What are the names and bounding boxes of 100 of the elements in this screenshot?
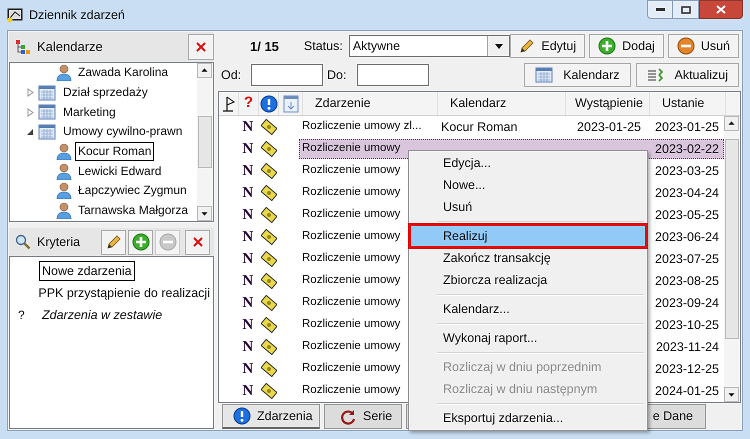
table-cell: Kocur Roman <box>441 120 518 134</box>
tool-button[interactable] <box>101 230 126 254</box>
item-marker: ? <box>18 308 25 322</box>
status-mark: N <box>242 118 254 137</box>
status-mark: N <box>242 360 254 379</box>
minus-icon <box>158 233 176 251</box>
minimize-button[interactable] <box>647 0 673 19</box>
tool-button[interactable] <box>128 230 153 254</box>
tree-item[interactable]: Umowy cywilno-prawn <box>60 122 186 142</box>
column-header[interactable]: Zdarzenie <box>303 92 438 115</box>
menu-item[interactable]: Nowe... <box>410 174 646 196</box>
person-icon <box>56 64 72 82</box>
person-icon <box>56 202 72 220</box>
column-header[interactable]: Ustanie <box>650 92 726 115</box>
column-header[interactable]: ? <box>239 92 259 115</box>
status-mark: N <box>242 228 254 247</box>
table-cell-text: 2023-01-25 <box>655 118 719 136</box>
scroll-down-icon[interactable] <box>197 206 212 221</box>
scroll-up-icon[interactable] <box>197 63 212 78</box>
tree-item[interactable]: Tarnawska Małgorza <box>75 201 192 220</box>
from-label: Od: <box>221 67 242 84</box>
tree-item[interactable]: Łapczywiec Zygmun <box>75 181 190 200</box>
close-icon <box>192 237 202 247</box>
plus-icon <box>598 37 616 56</box>
close-icon <box>196 42 206 52</box>
toolbar-button[interactable]: Dodaj <box>589 34 664 58</box>
flag-icon <box>220 94 236 112</box>
scroll-up-icon[interactable] <box>724 116 739 131</box>
info-icon <box>233 407 251 425</box>
money-icon <box>261 383 278 399</box>
person-icon <box>56 182 72 200</box>
pencil-icon <box>519 38 536 54</box>
table-cell: Rozliczenie umowy zl... <box>302 120 422 132</box>
table-cell-text: 2023-02-22 <box>655 140 719 158</box>
person-icon <box>56 162 72 180</box>
collapse-icon[interactable] <box>26 127 34 136</box>
scrollbar[interactable] <box>724 116 740 402</box>
menu-item[interactable]: Wykonaj raport... <box>410 327 646 349</box>
column-header[interactable]: Wystąpienie <box>566 92 650 115</box>
minus-icon <box>676 37 695 56</box>
pencil-icon <box>106 234 122 250</box>
toolbar-button[interactable]: Edytuj <box>510 34 586 58</box>
status-mark: N <box>242 316 254 335</box>
tab[interactable]: Zdarzenia <box>222 404 320 429</box>
tree-item[interactable]: Zawada Karolina <box>75 63 172 82</box>
expand-icon[interactable] <box>26 108 34 117</box>
scrollbar[interactable] <box>197 63 213 221</box>
status-mark: N <box>242 294 254 313</box>
tab[interactable]: Serie <box>324 404 402 429</box>
toolbar-button[interactable]: Kalendarz <box>524 63 630 88</box>
status-mark: N <box>242 162 254 181</box>
info-icon <box>260 94 278 112</box>
table-cell-text: 2023-10-25 <box>655 316 719 334</box>
criteria-item[interactable]: Zdarzenia w zestawie <box>39 305 166 325</box>
column-header[interactable]: Kalendarz <box>438 92 566 115</box>
table-row[interactable]: Rozliczenie umowy zl... Kocur Roman 2023-01-25 2023-01-25 <box>299 117 724 137</box>
status-mark: N <box>242 184 254 203</box>
calendar-icon <box>535 67 554 84</box>
menu-item[interactable]: Zakończ transakcję <box>410 247 646 269</box>
menu-item[interactable]: Realizuj <box>410 225 646 247</box>
dropdown-arrow-icon <box>494 44 503 49</box>
status-mark: N <box>242 206 254 225</box>
scroll-down-icon[interactable] <box>724 387 739 402</box>
to-date-field[interactable] <box>357 64 429 86</box>
app-icon <box>7 7 23 23</box>
status-dropdown[interactable]: Aktywne <box>348 35 510 58</box>
status-mark: N <box>242 272 254 291</box>
panel-title: Kalendarze <box>37 38 103 56</box>
criteria-item[interactable]: PPK przystąpienie do realizacji <box>35 283 213 303</box>
menu-item[interactable]: Eksportuj zdarzenia... <box>410 407 646 429</box>
column-header[interactable] <box>259 92 279 115</box>
close-button[interactable] <box>188 34 214 60</box>
to-label: Do: <box>327 67 348 84</box>
criteria-item[interactable]: Nowe zdarzenia <box>39 261 135 281</box>
plus-icon <box>132 233 150 251</box>
refresh-icon <box>339 408 357 426</box>
tree-item[interactable]: Dział sprzedaży <box>60 83 151 102</box>
tree-item[interactable]: Kocur Roman <box>75 142 154 162</box>
tree-item[interactable]: Lewicki Edward <box>75 162 164 181</box>
status-label: Status: <box>304 38 343 56</box>
table-cell: Rozliczenie umowy <box>302 142 400 154</box>
maximize-button[interactable] <box>673 0 699 19</box>
menu-item[interactable]: Usuń <box>410 196 646 218</box>
close-button[interactable] <box>185 230 210 254</box>
menu-item[interactable]: Zbiorcza realizacja <box>410 269 646 291</box>
from-date-field[interactable] <box>251 64 323 86</box>
table-cell-text: 2023-01-25 <box>577 118 641 136</box>
expand-icon[interactable] <box>26 88 34 98</box>
status-mark: N <box>242 382 254 401</box>
sort-icon <box>282 94 298 112</box>
close-button[interactable] <box>699 0 743 19</box>
search-icon <box>15 234 31 250</box>
status-mark: N <box>242 250 254 269</box>
menu-item[interactable]: Kalendarz... <box>410 298 646 320</box>
toolbar-button[interactable]: Usuń <box>668 34 739 58</box>
tree-item[interactable]: Marketing <box>60 102 119 122</box>
toolbar-button[interactable]: Aktualizuj <box>636 63 739 88</box>
money-icon <box>261 119 278 135</box>
minimize-icon <box>656 8 664 11</box>
record-counter: 1/ 15 <box>250 38 280 56</box>
